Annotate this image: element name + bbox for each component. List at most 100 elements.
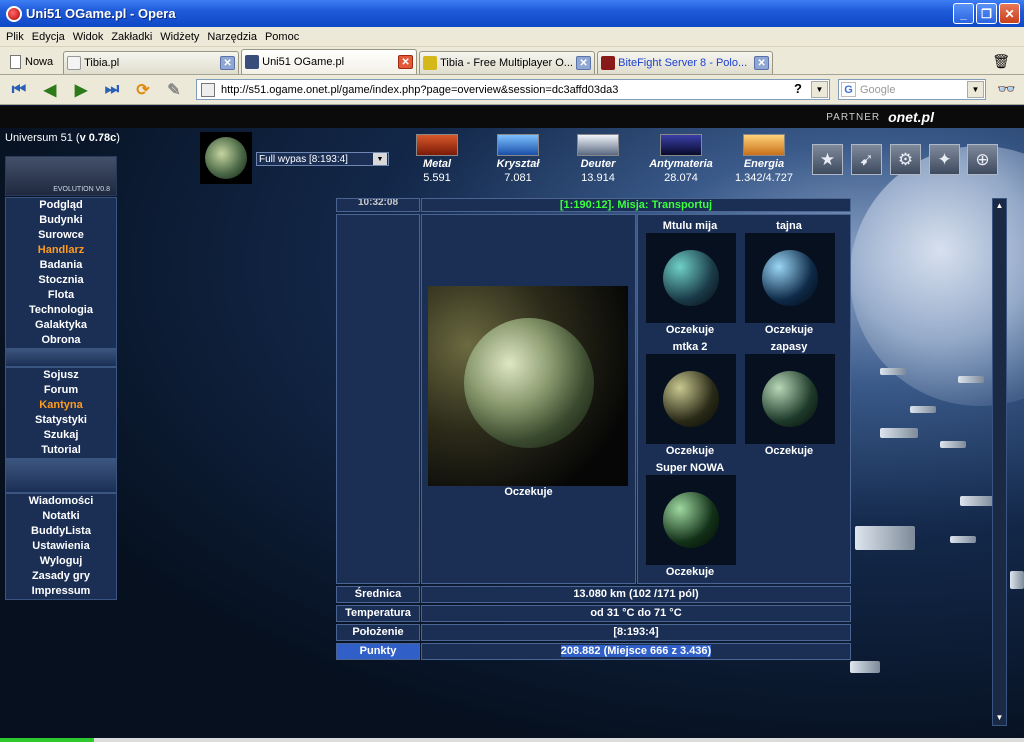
tab-ogame[interactable]: Uni51 OGame.pl ✕ [241, 49, 418, 74]
event-time: 10:32:08 [336, 198, 420, 212]
new-tab-button[interactable]: Nowa [4, 50, 59, 74]
search-dropdown-icon[interactable]: ▼ [967, 81, 984, 98]
research-icon[interactable]: ✦ [929, 144, 960, 175]
menu-widzety[interactable]: Widżety [160, 31, 199, 43]
menu-item-forum[interactable]: Forum [6, 383, 116, 398]
menu-item-obrona[interactable]: Obrona [6, 333, 116, 348]
menu-item-buddylista[interactable]: BuddyLista [6, 524, 116, 539]
menu-item-budynki[interactable]: Budynki [6, 213, 116, 228]
menu-item-impressum[interactable]: Impressum [6, 584, 116, 599]
current-planet-thumbnail[interactable] [200, 132, 252, 184]
ship-icon [880, 368, 906, 375]
edit-icon[interactable]: ✎ [163, 79, 185, 101]
glasses-icon[interactable]: 👓 [997, 80, 1016, 98]
onet-logo[interactable]: onet.pl [888, 109, 934, 125]
tab-close-icon[interactable]: ✕ [754, 56, 770, 70]
planet-name: Mtulu mija [662, 220, 718, 232]
reload-icon[interactable]: ⟳ [132, 79, 154, 101]
back-icon[interactable]: ◀ [39, 79, 61, 101]
menu-widok[interactable]: Widok [73, 31, 104, 43]
minimize-button[interactable]: _ [953, 3, 974, 24]
search-input[interactable]: G Google ▼ [838, 79, 986, 100]
menu-separator [5, 459, 117, 493]
tab-close-icon[interactable]: ✕ [398, 55, 414, 69]
new-tab-label: Nowa [25, 56, 54, 68]
url-field[interactable]: http://s51.ogame.onet.pl/game/index.php?… [196, 79, 830, 100]
tab-close-icon[interactable]: ✕ [220, 56, 236, 70]
menu-item-surowce[interactable]: Surowce [6, 228, 116, 243]
menu-item-badania[interactable]: Badania [6, 258, 116, 273]
main-planet-status: Oczekuje [504, 486, 553, 498]
stat-value[interactable]: 208.882 (Miejsce 666 z 3.436) [560, 645, 712, 657]
menu-item-kantyna[interactable]: Kantyna [6, 398, 116, 413]
ship-icon [940, 441, 966, 448]
star-icon[interactable]: ★ [812, 144, 843, 175]
energy-icon [743, 134, 785, 156]
rewind-icon[interactable]: ⏮ [8, 79, 30, 101]
resource-name: Deuter [580, 158, 616, 170]
officer-icon[interactable]: ⚙ [890, 144, 921, 175]
help-icon[interactable]: ? [789, 81, 807, 98]
menu-item-notatki[interactable]: Notatki [6, 509, 116, 524]
close-button[interactable]: ✕ [999, 3, 1020, 24]
ship-icon [958, 376, 984, 383]
menu-item-galaktyka[interactable]: Galaktyka [6, 318, 116, 333]
trash-icon[interactable]: 🗑 [992, 53, 1010, 70]
ship-icon [960, 496, 994, 506]
menu-item-szukaj[interactable]: Szukaj [6, 428, 116, 443]
menu-narzedzia[interactable]: Narzędzia [207, 31, 257, 43]
stat-value: [8:193:4] [421, 624, 851, 641]
menu-plik[interactable]: Plik [6, 31, 24, 43]
menu-item-ustawienia[interactable]: Ustawienia [6, 539, 116, 554]
ship-icon [1010, 571, 1024, 589]
scrollbar[interactable]: ▲ ▼ [992, 198, 1007, 726]
resource-value: 1.342/4.727 [734, 172, 794, 184]
planet-select[interactable]: Full wypas [8:193:4] ▼ [256, 152, 389, 166]
planet-thumbnail[interactable] [745, 354, 835, 444]
ship-icon[interactable]: ➹ [851, 144, 882, 175]
stat-key: Położenie [336, 624, 420, 641]
main-planet-image[interactable] [428, 286, 628, 486]
tab-tibia-game[interactable]: Tibia - Free Multiplayer O... ✕ [419, 51, 596, 74]
planet-thumbnail[interactable] [745, 233, 835, 323]
target-icon[interactable]: ⊕ [967, 144, 998, 175]
menu-pomoc[interactable]: Pomoc [265, 31, 299, 43]
url-dropdown-icon[interactable]: ▼ [811, 81, 828, 98]
planet-thumbnail[interactable] [646, 475, 736, 565]
stat-key[interactable]: Punkty [336, 643, 420, 660]
menu-item-wyloguj[interactable]: Wyloguj [6, 554, 116, 569]
metal-icon [416, 134, 458, 156]
maximize-button[interactable]: ❐ [976, 3, 997, 24]
menu-item-technologia[interactable]: Technologia [6, 303, 116, 318]
menu-item-statystyki[interactable]: Statystyki [6, 413, 116, 428]
planet-thumbnail[interactable] [646, 233, 736, 323]
planet-thumbnail[interactable] [646, 354, 736, 444]
menu-item-flota[interactable]: Flota [6, 288, 116, 303]
ship-icon [880, 428, 918, 438]
planet-status: Oczekuje [764, 324, 814, 336]
scroll-up-icon[interactable]: ▲ [993, 199, 1006, 213]
menu-item-zasady-gry[interactable]: Zasady gry [6, 569, 116, 584]
resource-metal: Metal 5.591 [397, 134, 477, 184]
fast-forward-icon[interactable]: ⏭ [101, 79, 123, 101]
menu-edycja[interactable]: Edycja [32, 31, 65, 43]
tab-close-icon[interactable]: ✕ [576, 56, 592, 70]
fleet-mission[interactable]: [1:190:12]. Misja: Transportuj [421, 198, 851, 212]
tab-favicon-icon [67, 56, 82, 70]
resource-value: 13.914 [581, 172, 615, 184]
menu-item-wiadomosci[interactable]: Wiadomości [6, 494, 116, 509]
tab-tibia[interactable]: Tibia.pl ✕ [63, 51, 240, 74]
forward-icon[interactable]: ▶ [70, 79, 92, 101]
deuterium-icon [577, 134, 619, 156]
menu-item-podglad[interactable]: Podgląd [6, 198, 116, 213]
menu-item-tutorial[interactable]: Tutorial [6, 443, 116, 458]
partner-label: PARTNER [826, 111, 881, 123]
menu-zakladki[interactable]: Zakładki [111, 31, 152, 43]
planet-status: Oczekuje [665, 324, 715, 336]
web-page: PARTNER onet.pl Universum 51 (v 0.78c) E… [0, 106, 1024, 738]
tab-bitefight[interactable]: BiteFight Server 8 - Polo... ✕ [597, 51, 774, 74]
menu-item-stocznia[interactable]: Stocznia [6, 273, 116, 288]
scroll-down-icon[interactable]: ▼ [993, 711, 1006, 725]
menu-item-sojusz[interactable]: Sojusz [6, 368, 116, 383]
menu-item-handlarz[interactable]: Handlarz [6, 243, 116, 258]
